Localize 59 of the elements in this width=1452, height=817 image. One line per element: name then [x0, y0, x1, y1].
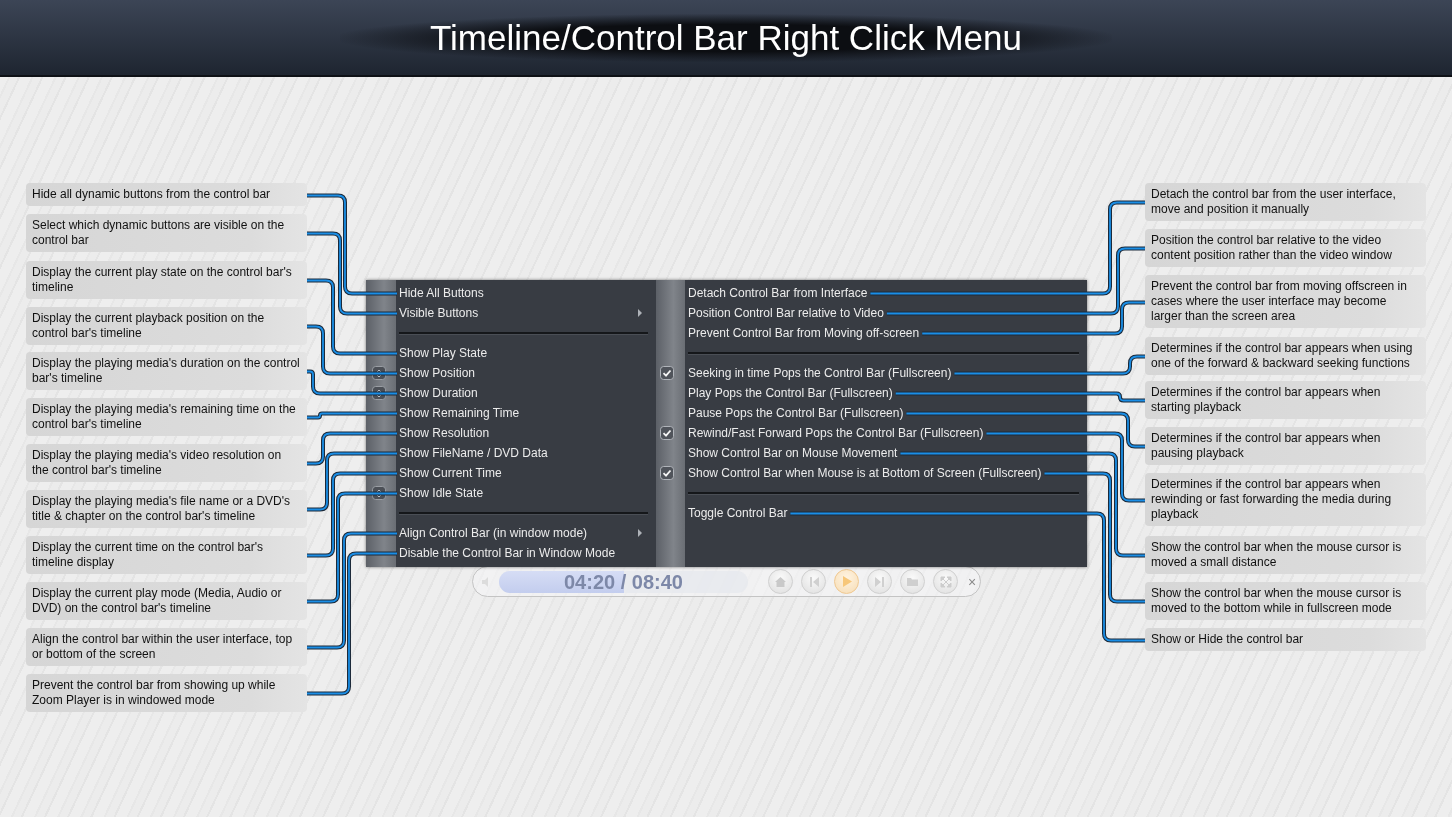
callout-note: Determines if the control bar appears when pausing playback [1145, 427, 1426, 465]
menu-item[interactable]: Toggle Control Bar [685, 503, 791, 523]
folder-button[interactable] [900, 569, 925, 594]
callout-note: Position the control bar relative to the video content position rather than the video window [1145, 229, 1426, 267]
folder-icon [906, 576, 919, 587]
fullscreen-icon [939, 575, 952, 588]
checkbox[interactable] [660, 426, 674, 440]
house-icon [774, 575, 787, 588]
next-button[interactable] [867, 569, 892, 594]
callout-note: Select which dynamic buttons are visible on the control bar [26, 214, 307, 252]
menu-item[interactable]: Hide All Buttons [396, 283, 487, 303]
menu-item[interactable]: Show Control Bar on Mouse Movement [685, 443, 901, 463]
previous-icon [807, 575, 820, 588]
menu-item[interactable]: Seeking in time Pops the Control Bar (Fullscreen) [685, 363, 955, 383]
menu-item[interactable]: Show Current Time [396, 463, 505, 483]
menu-item[interactable]: Show Resolution [396, 423, 493, 443]
callout-note: Display the playing media's duration on the control bar's timeline [26, 352, 307, 390]
menu-item[interactable]: Show Idle State [396, 483, 487, 503]
menu-item[interactable]: Prevent Control Bar from Moving off-screen [685, 323, 923, 343]
callout-note: Show the control bar when the mouse cursor is moved to the bottom while in fullscreen mode [1145, 582, 1426, 620]
callout-note: Prevent the control bar from moving offscreen in cases where the user interface may become larger than the screen area [1145, 275, 1426, 328]
menu-item[interactable]: Pause Pops the Control Bar (Fullscreen) [685, 403, 907, 423]
menu-item[interactable]: Rewind/Fast Forward Pops the Control Bar (Fullscreen) [685, 423, 987, 443]
callout-note: Display the playing media's remaining time on the control bar's timeline [26, 398, 307, 436]
callout-note: Display the current play state on the control bar's timeline [26, 261, 307, 299]
menu-item[interactable]: Detach Control Bar from Interface [685, 283, 871, 303]
menu-item[interactable]: Show Remaining Time [396, 403, 523, 423]
callout-note: Prevent the control bar from showing up while Zoom Player is in windowed mode [26, 674, 307, 712]
callout-note: Show the control bar when the mouse cursor is moved a small distance [1145, 536, 1426, 574]
callout-note: Detach the control bar from the user interface, move and position it manually [1145, 183, 1426, 221]
fullscreen-button[interactable] [933, 569, 958, 594]
callout-note: Display the playing media's video resolution on the control bar's timeline [26, 444, 307, 482]
callout-note: Determines if the control bar appears when starting playback [1145, 381, 1426, 419]
menu-item[interactable]: Disable the Control Bar in Window Mode [396, 543, 619, 563]
menu-item[interactable]: Show Control Bar when Mouse is at Bottom of Screen (Fullscreen) [685, 463, 1045, 483]
home-button[interactable] [768, 569, 793, 594]
menu-item[interactable]: Show Position [396, 363, 479, 383]
menu-item[interactable]: Show FileName / DVD Data [396, 443, 551, 463]
callout-note: Hide all dynamic buttons from the control bar [26, 183, 307, 206]
previous-button[interactable] [801, 569, 826, 594]
callout-note: Display the playing media's file name or a DVD's title & chapter on the control bar's timeline [26, 490, 307, 528]
checkbox[interactable] [660, 366, 674, 380]
menu-item[interactable]: Position Control Bar relative to Video [685, 303, 887, 323]
menu-item[interactable]: Show Play State [396, 343, 491, 363]
callout-note: Show or Hide the control bar [1145, 628, 1426, 651]
callout-note: Determines if the control bar appears when using one of the forward & backward seeking functions [1145, 337, 1426, 375]
callout-note: Display the current time on the control bar's timeline display [26, 536, 307, 574]
callout-note: Display the current playback position on the control bar's timeline [26, 307, 307, 345]
callout-note: Determines if the control bar appears when rewinding or fast forwarding the media during playback [1145, 473, 1426, 526]
next-icon [873, 575, 886, 588]
menu-item[interactable]: Play Pops the Control Bar (Fullscreen) [685, 383, 896, 403]
callout-note: Display the current play mode (Media, Audio or DVD) on the control bar's timeline [26, 582, 307, 620]
menu-item[interactable]: Align Control Bar (in window mode) [396, 523, 591, 543]
play-button[interactable] [834, 569, 859, 594]
menu-item[interactable]: Visible Buttons [396, 303, 482, 323]
callout-note: Align the control bar within the user interface, top or bottom of the screen [26, 628, 307, 666]
menu-item[interactable]: Show Duration [396, 383, 481, 403]
play-icon [840, 575, 853, 588]
checkbox[interactable] [660, 466, 674, 480]
